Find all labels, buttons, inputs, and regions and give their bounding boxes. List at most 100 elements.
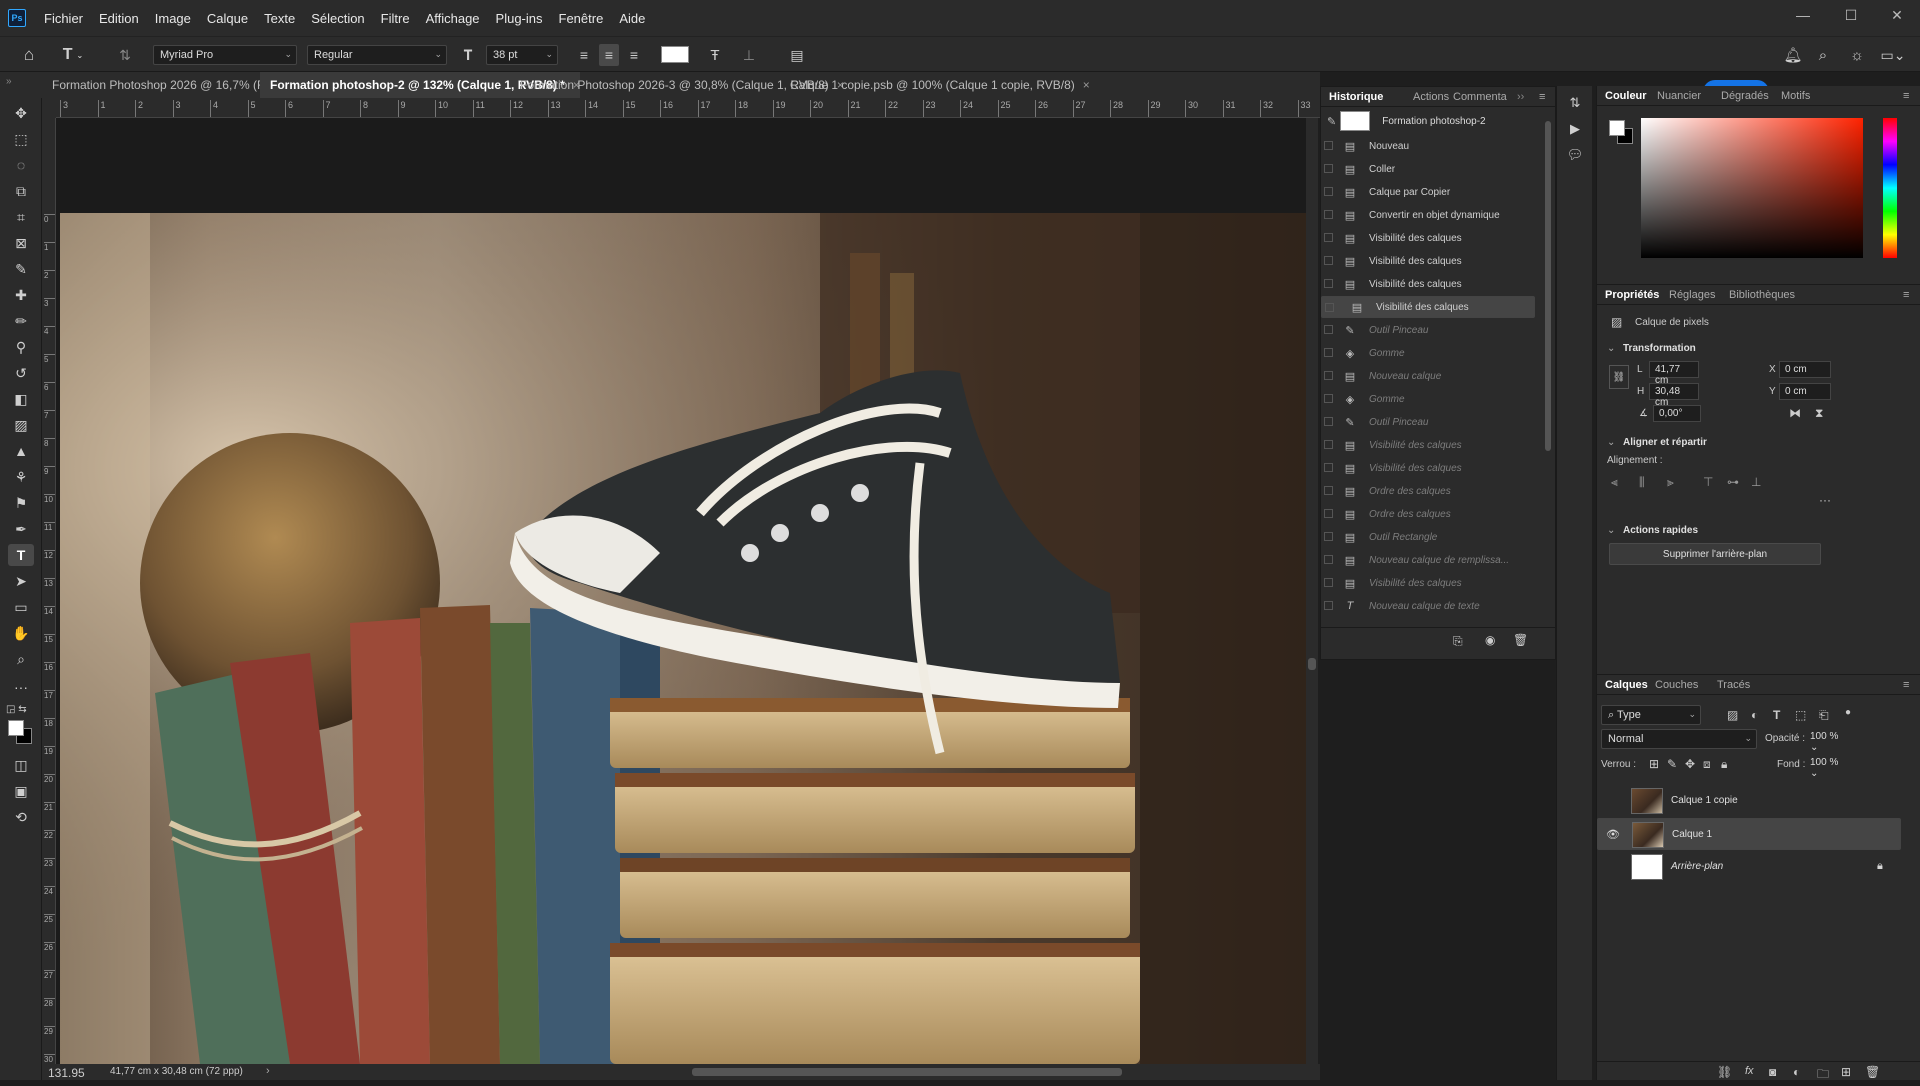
align-bottom-edges-icon[interactable]: ⊥ — [1751, 475, 1761, 489]
tab-paths[interactable]: Tracés — [1717, 679, 1750, 691]
align-title[interactable]: Aligner et répartir — [1623, 437, 1707, 448]
layer-name[interactable]: Calque 1 copie — [1671, 795, 1738, 806]
history-item[interactable]: ▤ Calque par Copier — [1321, 181, 1535, 203]
history-item[interactable]: ▤ Visibilité des calques — [1321, 434, 1535, 456]
tab-patterns[interactable]: Motifs — [1781, 90, 1810, 102]
filter-type-icon[interactable]: T — [1773, 708, 1780, 722]
lock-transparent-icon[interactable]: ⊞ — [1649, 757, 1659, 771]
tab-channels[interactable]: Couches — [1655, 679, 1698, 691]
history-brush-source-checkbox[interactable] — [1324, 440, 1333, 449]
menu-6[interactable]: Filtre — [373, 11, 418, 26]
color-menu-icon[interactable]: ≡ — [1903, 90, 1909, 102]
menu-10[interactable]: Aide — [611, 11, 653, 26]
link-layers-icon[interactable]: ⛓ — [1717, 1065, 1732, 1079]
layer-name[interactable]: Arrière-plan — [1671, 861, 1723, 872]
close-window-button[interactable]: ✕ — [1874, 0, 1920, 30]
more-options-icon[interactable]: ··· — [1819, 493, 1831, 507]
menu-1[interactable]: Edition — [91, 11, 147, 26]
history-brush-source-checkbox[interactable] — [1324, 279, 1333, 288]
history-item[interactable]: T Nouveau calque de texte — [1321, 595, 1535, 617]
history-item[interactable]: ▤ Visibilité des calques — [1321, 227, 1535, 249]
close-tab-icon[interactable]: × — [1083, 78, 1090, 92]
lock-all-icon[interactable]: 🔒︎ — [1721, 757, 1727, 772]
blur-tool-icon[interactable]: ▲ — [8, 440, 34, 462]
history-brush-source-checkbox[interactable] — [1324, 394, 1333, 403]
history-brush-source-checkbox[interactable] — [1324, 210, 1333, 219]
align-vertical-centers-icon[interactable]: ⊶ — [1727, 475, 1739, 489]
history-item[interactable]: ◈ Gomme — [1321, 388, 1535, 410]
color-field[interactable] — [1641, 118, 1863, 258]
align-top-edges-icon[interactable]: ⊤ — [1703, 475, 1713, 489]
history-brush-source-checkbox[interactable] — [1324, 348, 1333, 357]
transform-chevron-icon[interactable]: ⌄ — [1607, 343, 1615, 354]
menu-9[interactable]: Fenêtre — [551, 11, 612, 26]
menu-3[interactable]: Calque — [199, 11, 256, 26]
layer-row[interactable]: Arrière-plan 🔒︎ — [1597, 851, 1901, 883]
pen-tool-icon[interactable]: ✒ — [8, 518, 34, 540]
align-right-icon[interactable]: ≡ — [624, 44, 644, 66]
properties-menu-icon[interactable]: ≡ — [1903, 289, 1909, 301]
history-brush-source-checkbox[interactable] — [1324, 233, 1333, 242]
delete-layer-icon[interactable]: 🗑︎ — [1865, 1065, 1880, 1079]
path-selection-tool-icon[interactable]: ➤ — [8, 570, 34, 592]
layer-lock-icon[interactable]: 🔒︎ — [1877, 860, 1883, 873]
history-brush-source-checkbox[interactable] — [1324, 578, 1333, 587]
history-snapshot[interactable]: ✎ Formation photoshop-2 — [1321, 109, 1543, 133]
width-input[interactable]: 41,77 cm — [1649, 361, 1699, 386]
history-item[interactable]: ▤ Ordre des calques — [1321, 480, 1535, 502]
history-brush-source-checkbox[interactable] — [1324, 371, 1333, 380]
filter-smart-object-icon[interactable]: ⎗ — [1819, 708, 1829, 723]
align-left-icon[interactable]: ≡ — [574, 44, 594, 66]
history-brush-source-checkbox[interactable] — [1324, 256, 1333, 265]
layer-thumbnail[interactable] — [1631, 854, 1663, 880]
history-brush-source-checkbox[interactable] — [1324, 141, 1333, 150]
menu-7[interactable]: Affichage — [418, 11, 488, 26]
lock-artboard-icon[interactable]: ⧈ — [1703, 757, 1711, 772]
text-color-swatch[interactable] — [661, 46, 689, 63]
layer-row[interactable]: Calque 1 copie — [1597, 785, 1901, 817]
font-style-select[interactable]: Regular ⌄ — [307, 45, 447, 65]
history-brush-source-checkbox[interactable] — [1325, 303, 1334, 312]
flip-vertical-icon[interactable]: ⧗ — [1815, 406, 1823, 421]
history-scrollbar[interactable] — [1543, 111, 1553, 623]
history-item[interactable]: ◈ Gomme — [1321, 342, 1535, 364]
tab-swatches[interactable]: Nuancier — [1657, 90, 1701, 102]
tab-layers[interactable]: Calques — [1605, 679, 1648, 691]
history-brush-source-icon[interactable]: ✎ — [1327, 115, 1336, 128]
history-panel-icon[interactable]: ⇅ — [1563, 92, 1587, 114]
history-item[interactable]: ✎ Outil Pinceau — [1321, 411, 1535, 433]
history-item[interactable]: ▤ Nouveau calque de remplissa... — [1321, 549, 1535, 571]
swap-colors-icon[interactable]: ◲ ⇆ — [6, 704, 36, 718]
menu-2[interactable]: Image — [147, 11, 199, 26]
menu-4[interactable]: Texte — [256, 11, 303, 26]
clone-stamp-tool-icon[interactable]: ⚲ — [8, 336, 34, 358]
tab-adjustments[interactable]: Réglages — [1669, 289, 1715, 301]
history-brush-source-checkbox[interactable] — [1324, 486, 1333, 495]
hue-slider[interactable] — [1883, 118, 1897, 258]
tab-properties[interactable]: Propriétés — [1605, 289, 1659, 301]
move-tool-icon[interactable]: ✥ — [8, 102, 34, 124]
history-item[interactable]: ▤ Outil Rectangle — [1321, 526, 1535, 548]
filter-pixel-icon[interactable]: ▨ — [1727, 708, 1738, 722]
history-brush-tool-icon[interactable]: ↺ — [8, 362, 34, 384]
type-tool-icon[interactable]: T — [8, 544, 34, 566]
lasso-tool-icon[interactable]: ◌ — [8, 154, 34, 176]
quick-actions-title[interactable]: Actions rapides — [1623, 525, 1698, 536]
tab-color[interactable]: Couleur — [1605, 90, 1647, 102]
layer-row[interactable]: 👁︎ Calque 1 — [1597, 818, 1901, 850]
character-panel-icon[interactable]: ▤ — [786, 44, 808, 66]
layer-thumbnail[interactable] — [1631, 788, 1663, 814]
history-brush-source-checkbox[interactable] — [1324, 601, 1333, 610]
adjustment-layer-icon[interactable]: ◐ — [1793, 1065, 1800, 1079]
align-right-edges-icon[interactable]: ⫸ — [1667, 475, 1674, 490]
layer-thumbnail[interactable] — [1632, 822, 1664, 848]
remove-background-button[interactable]: Supprimer l'arrière-plan — [1609, 543, 1821, 565]
font-size-select[interactable]: 38 pt ⌄ — [486, 45, 558, 65]
text-orientation-icon[interactable]: ⇅ — [114, 44, 136, 66]
new-group-icon[interactable]: 🗀︎ — [1817, 1065, 1829, 1086]
fg-color-chip[interactable] — [1609, 120, 1625, 136]
tab-actions[interactable]: Actions — [1413, 91, 1449, 103]
angle-input[interactable]: 0,00° — [1653, 405, 1701, 422]
lock-position-icon[interactable]: ✥ — [1685, 757, 1695, 771]
3d-text-icon[interactable]: ⊥ — [738, 44, 760, 66]
